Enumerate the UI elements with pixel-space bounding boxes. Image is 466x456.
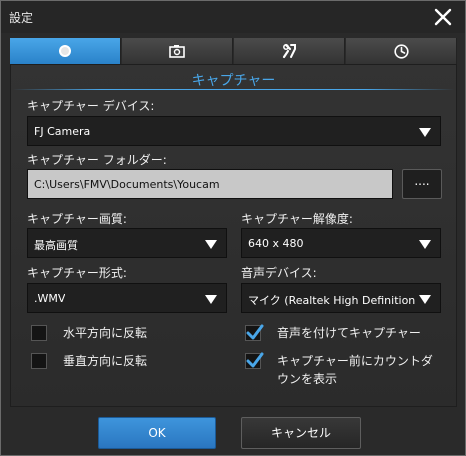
ok-button[interactable]: OK [98, 417, 216, 449]
chevron-down-icon [205, 295, 217, 304]
flip-vertical-checkbox[interactable] [31, 353, 47, 369]
clock-icon [393, 43, 409, 59]
section-divider [13, 89, 454, 90]
capture-with-audio-checkbox[interactable] [245, 324, 264, 341]
checkmark-icon [246, 324, 264, 340]
radio-dot-icon [59, 45, 71, 57]
device-select[interactable]: FJ Camera [27, 116, 441, 146]
audio-device-value: マイク (Realtek High Definition A [248, 294, 418, 307]
tab-camera[interactable] [122, 38, 233, 64]
browse-folder-button[interactable]: .... [402, 169, 442, 199]
chevron-down-icon [205, 240, 217, 249]
device-value: FJ Camera [34, 125, 91, 138]
capture-with-audio-label: 音声を付けてキャプチャー [277, 326, 421, 340]
tab-capture[interactable] [10, 38, 121, 64]
cancel-button[interactable]: キャンセル [241, 417, 361, 449]
tab-timer[interactable] [346, 38, 457, 64]
tab-tools[interactable] [234, 38, 345, 64]
checkmark-icon [246, 352, 264, 368]
format-value: .WMV [34, 292, 66, 305]
format-select[interactable]: .WMV [27, 283, 227, 313]
chevron-down-icon [419, 240, 431, 249]
window-title: 設定 [9, 11, 34, 25]
folder-path-input[interactable]: C:\Users\FMV\Documents\Youcam [27, 169, 393, 199]
settings-dialog: 設定 キャプチャー キャプチャー デバイス: FJ Camera キャプチャー … [0, 0, 466, 456]
camera-icon [169, 45, 185, 58]
format-label: キャプチャー形式: [27, 266, 127, 280]
device-label: キャプチャー デバイス: [27, 99, 155, 113]
countdown-checkbox[interactable] [245, 352, 264, 369]
settings-panel: キャプチャー キャプチャー デバイス: FJ Camera キャプチャー フォル… [10, 64, 457, 407]
resolution-value: 640 x 480 [248, 237, 304, 250]
countdown-label-line1: キャプチャー前にカウントダ [277, 354, 433, 368]
resolution-label: キャプチャー解像度: [241, 212, 353, 226]
close-icon [434, 8, 452, 26]
flip-horizontal-checkbox[interactable] [31, 325, 47, 341]
audio-device-select[interactable]: マイク (Realtek High Definition A [241, 283, 441, 313]
quality-label: キャプチャー画質: [27, 212, 127, 226]
flip-vertical-label: 垂直方向に反転 [63, 354, 148, 368]
resolution-select[interactable]: 640 x 480 [241, 228, 441, 258]
tools-icon [282, 43, 296, 59]
close-button[interactable] [429, 4, 457, 30]
quality-select[interactable]: 最高画質 [27, 228, 227, 258]
chevron-down-icon [419, 128, 431, 137]
title-bar: 設定 [1, 1, 465, 33]
quality-value: 最高画質 [34, 239, 78, 252]
chevron-down-icon [419, 295, 431, 304]
audio-device-label: 音声デバイス: [241, 266, 317, 280]
flip-horizontal-label: 水平方向に反転 [63, 326, 148, 340]
folder-label: キャプチャー フォルダー: [27, 153, 167, 167]
countdown-label-line2: ウンを表示 [277, 372, 338, 386]
tab-bar [10, 38, 457, 64]
